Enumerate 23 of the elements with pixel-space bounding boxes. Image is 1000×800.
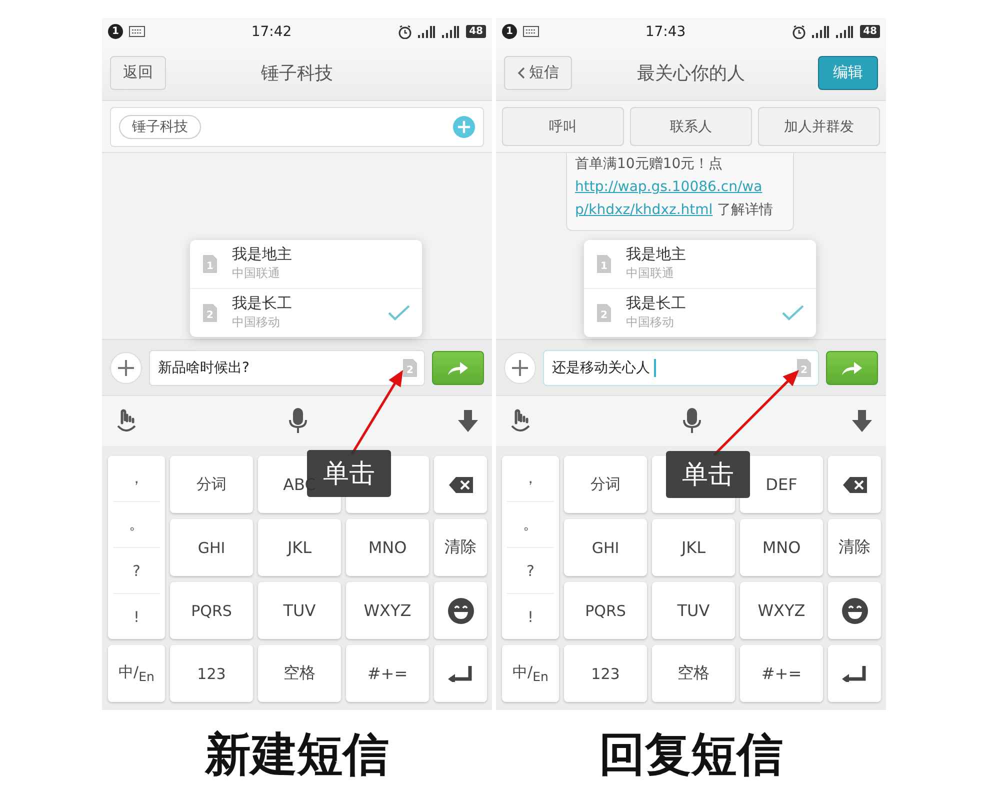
- sim-carrier: 中国联通: [626, 265, 675, 282]
- sim-name: 我是地主: [626, 245, 686, 264]
- message-text: 还是移动关心人: [552, 358, 650, 376]
- caption: 回复短信: [599, 726, 783, 783]
- message-text: 首单满10元赠10元！点: [575, 156, 723, 172]
- sim-carrier: 中国移动: [626, 314, 675, 331]
- notification-badge: 1: [502, 24, 517, 39]
- screen-title: 最关心你的人: [637, 62, 745, 84]
- screen-title: 锤子科技: [261, 62, 333, 84]
- message-text: 新品啥时候出?: [158, 358, 250, 376]
- caption: 新建短信: [205, 726, 389, 783]
- clock-time: 17:43: [645, 24, 686, 40]
- sim-carrier: 中国移动: [232, 314, 281, 331]
- sim-carrier: 中国联通: [232, 265, 281, 282]
- battery-level: 48: [466, 25, 486, 38]
- battery-level: 48: [860, 25, 880, 38]
- sim-name: 我是长工: [232, 294, 292, 313]
- message-text: 了解详情: [717, 202, 774, 218]
- sim-name: 我是长工: [626, 294, 686, 313]
- notification-badge: 1: [108, 24, 123, 39]
- tap-tooltip: 单击: [666, 451, 750, 498]
- clock-time: 17:42: [251, 24, 292, 40]
- sim-name: 我是地主: [232, 245, 292, 264]
